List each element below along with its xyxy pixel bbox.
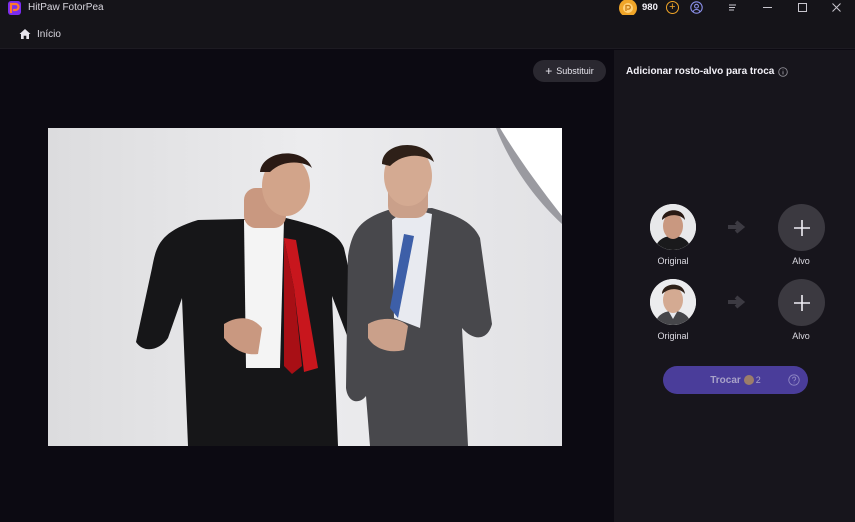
- menu-icon[interactable]: [726, 1, 739, 14]
- home-link[interactable]: Início: [37, 29, 61, 40]
- help-icon[interactable]: [788, 374, 800, 386]
- plus-icon: [793, 219, 810, 236]
- app-title: HitPaw FotorPea: [28, 2, 104, 13]
- coin-count: 980: [642, 2, 658, 13]
- title-bar: HitPaw FotorPea 980 +: [0, 0, 855, 17]
- panel-title-text: Adicionar rosto-alvo para troca: [626, 66, 775, 77]
- original-label: Original: [657, 256, 689, 266]
- target-label: Alvo: [792, 331, 810, 341]
- arrow-right-icon: [728, 220, 746, 234]
- add-target-face-button[interactable]: [778, 279, 825, 326]
- nav-bar: Início: [0, 15, 855, 49]
- swap-button[interactable]: Trocar 2: [663, 366, 808, 394]
- source-photo: [48, 128, 562, 446]
- face-row-1: Original Alvo: [614, 204, 855, 274]
- swap-label: Trocar: [710, 374, 741, 386]
- original-face-thumbnail[interactable]: [650, 204, 696, 250]
- replace-button[interactable]: + Substituir: [533, 60, 606, 82]
- original-face-thumbnail[interactable]: [650, 279, 696, 325]
- app-logo-icon: [8, 1, 21, 15]
- replace-label: Substituir: [556, 66, 594, 76]
- photo-illustration: [48, 128, 562, 446]
- home-icon[interactable]: [19, 28, 31, 40]
- plus-icon: [793, 294, 810, 311]
- face-swap-panel: Adicionar rosto-alvo para troca Original…: [614, 50, 855, 522]
- add-coin-icon[interactable]: +: [665, 1, 679, 14]
- info-icon[interactable]: [778, 66, 789, 77]
- minimize-icon[interactable]: [761, 1, 774, 14]
- arrow-right-icon: [728, 295, 746, 309]
- original-label: Original: [657, 331, 689, 341]
- canvas-area: + Substituir: [0, 50, 613, 522]
- coin-icon: [743, 375, 754, 385]
- plus-icon: +: [545, 63, 553, 78]
- panel-title: Adicionar rosto-alvo para troca: [626, 66, 789, 77]
- face-row-2: Original Alvo: [614, 279, 855, 349]
- add-target-face-button[interactable]: [778, 204, 825, 251]
- swap-cost: 2: [755, 375, 761, 385]
- target-label: Alvo: [792, 256, 810, 266]
- account-icon[interactable]: [690, 1, 703, 14]
- coin-balance[interactable]: 980 +: [619, 0, 679, 17]
- close-icon[interactable]: [830, 1, 843, 14]
- maximize-icon[interactable]: [796, 1, 809, 14]
